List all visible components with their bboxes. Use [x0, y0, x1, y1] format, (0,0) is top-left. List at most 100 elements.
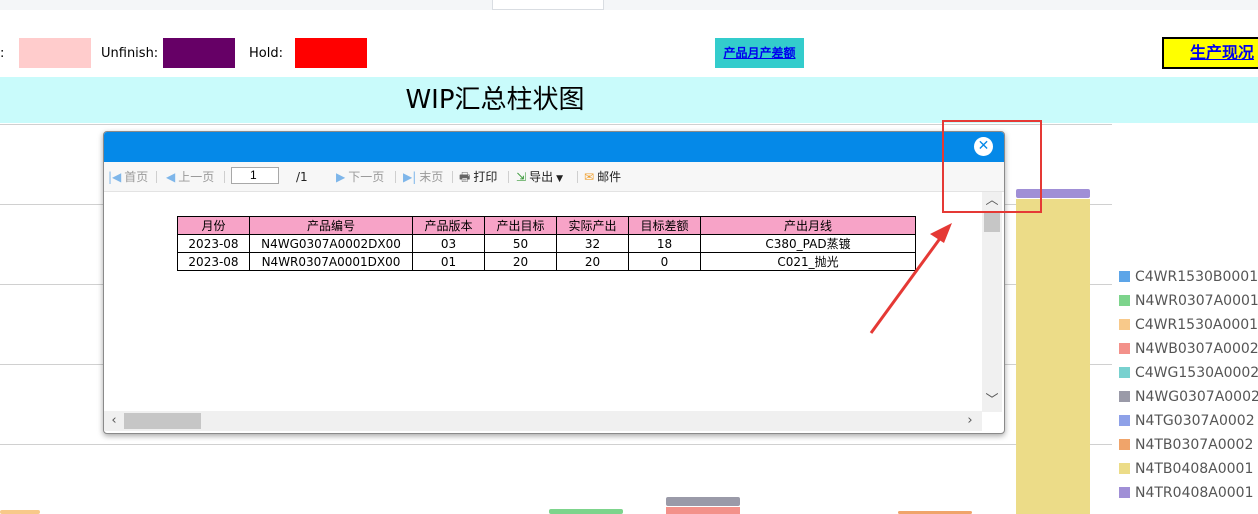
- first-page-button[interactable]: |◀ 首页: [108, 169, 148, 185]
- page-total: /1: [296, 170, 308, 184]
- series-legend-label: N4WB0307A0002: [1135, 341, 1258, 357]
- chart-bar-segment[interactable]: [0, 510, 40, 514]
- toolbar-divider: [577, 171, 578, 183]
- column-header: 产出目标: [484, 216, 557, 235]
- column-header: 月份: [177, 216, 250, 235]
- report-content: 月份 产品编号 产品版本 产出目标 实际产出 目标差额 产出月线 2023-08…: [104, 192, 982, 411]
- top-strip: [0, 0, 1258, 10]
- report-table: 月份 产品编号 产品版本 产出目标 实际产出 目标差额 产出月线 2023-08…: [177, 216, 916, 271]
- production-status-box[interactable]: 生产现况: [1162, 37, 1258, 69]
- series-legend-label: C4WR1530A0001: [1135, 317, 1258, 333]
- series-legend-item[interactable]: C4WR1530A0001: [1119, 317, 1258, 337]
- series-legend-label: C4WR1530B0001: [1135, 269, 1258, 285]
- diff-link-box[interactable]: 产品月产差额: [715, 38, 804, 68]
- legend-color-swatch: [1119, 439, 1130, 450]
- legend-color-swatch: [1119, 463, 1130, 474]
- status-legend-label-unfinish: Unfinish:: [101, 46, 159, 61]
- column-header: 目标差额: [628, 216, 701, 235]
- first-page-icon: |◀: [108, 170, 122, 184]
- column-header: 产品编号: [249, 216, 413, 235]
- series-legend-label: N4WR0307A0001: [1135, 293, 1258, 309]
- table-row: 2023-08 N4WG0307A0002DX00 03 50 32 18 C3…: [177, 234, 916, 253]
- table-cell: 2023-08: [177, 252, 250, 271]
- table-cell: 03: [412, 234, 485, 253]
- series-legend-item[interactable]: N4WR0307A0001: [1119, 293, 1258, 313]
- series-legend-item[interactable]: C4WR1530B0001: [1119, 269, 1258, 289]
- prev-page-icon: ◀: [166, 170, 176, 184]
- chart-bar-segment[interactable]: [666, 497, 740, 506]
- next-page-icon: ▶: [336, 170, 346, 184]
- highlight-box: [942, 120, 1042, 213]
- table-cell: N4WR0307A0001DX00: [249, 252, 413, 271]
- toolbar-divider: [156, 171, 157, 183]
- collapse-tab[interactable]: [492, 0, 604, 10]
- status-swatch-finished: [19, 38, 91, 68]
- series-legend-label: N4TB0307A0002: [1135, 437, 1254, 453]
- series-legend-label: C4WG1530A0002: [1135, 365, 1258, 381]
- mail-icon: ✉: [584, 170, 595, 184]
- gridline: [0, 444, 1112, 445]
- dropdown-caret-icon: ▼: [556, 174, 563, 184]
- table-header-row: 月份 产品编号 产品版本 产出目标 实际产出 目标差额 产出月线: [177, 216, 916, 235]
- status-swatch-unfinish: [163, 38, 235, 68]
- legend-color-swatch: [1119, 391, 1130, 402]
- status-legend-label-finished: :: [0, 46, 5, 61]
- series-legend-item[interactable]: N4TB0408A0001: [1119, 461, 1253, 481]
- table-cell: 20: [484, 252, 557, 271]
- horizontal-scroll-thumb[interactable]: [124, 413, 201, 429]
- table-cell: 20: [556, 252, 629, 271]
- scroll-right-arrow-icon[interactable]: ›: [960, 411, 980, 431]
- series-legend-item[interactable]: C4WG1530A0002: [1119, 365, 1258, 385]
- table-cell: 18: [628, 234, 701, 253]
- production-status-link[interactable]: 生产现况: [1164, 39, 1258, 67]
- scroll-left-arrow-icon[interactable]: ‹: [104, 411, 124, 431]
- table-cell: 50: [484, 234, 557, 253]
- series-legend-item[interactable]: N4TR0408A0001: [1119, 485, 1254, 505]
- export-icon: ⇲: [516, 170, 527, 184]
- series-legend-item[interactable]: N4TB0307A0002: [1119, 437, 1253, 457]
- legend-color-swatch: [1119, 271, 1130, 282]
- toolbar-divider: [395, 171, 396, 183]
- vertical-scrollbar[interactable]: ︿ ﹀: [982, 192, 1002, 412]
- last-page-icon: ▶|: [403, 170, 417, 184]
- prev-page-button[interactable]: ◀ 上一页: [166, 169, 214, 185]
- diff-link[interactable]: 产品月产差额: [715, 38, 804, 68]
- table-cell: 2023-08: [177, 234, 250, 253]
- table-cell: 01: [412, 252, 485, 271]
- report-toolbar: |◀首页 ◀上一页 /1 ▶下一页 ▶|末页 🖶打印 ⇲导出▼ ✉邮件: [104, 162, 1004, 192]
- horizontal-scrollbar[interactable]: ‹ ›: [104, 411, 982, 431]
- status-legend-label-hold: Hold:: [249, 46, 283, 61]
- page-number-input[interactable]: [231, 167, 279, 184]
- next-page-button[interactable]: ▶ 下一页: [336, 169, 384, 185]
- scroll-down-arrow-icon[interactable]: ﹀: [982, 392, 1002, 410]
- page-title: WIP汇总柱状图: [405, 85, 585, 115]
- column-header: 产品版本: [412, 216, 485, 235]
- table-row: 2023-08 N4WR0307A0001DX00 01 20 20 0 C02…: [177, 252, 916, 271]
- legend-color-swatch: [1119, 367, 1130, 378]
- legend-color-swatch: [1119, 319, 1130, 330]
- chart-bar-segment[interactable]: [1016, 199, 1090, 514]
- table-cell: 0: [628, 252, 701, 271]
- series-legend-label: N4TG0307A0002: [1135, 413, 1255, 429]
- series-legend-label: N4TB0408A0001: [1135, 461, 1254, 477]
- print-button[interactable]: 🖶 打印: [459, 169, 497, 185]
- export-button[interactable]: ⇲ 导出 ▼: [516, 169, 563, 185]
- legend-color-swatch: [1119, 343, 1130, 354]
- legend-color-swatch: [1119, 415, 1130, 426]
- series-legend-label: N4WG0307A0002: [1135, 389, 1258, 405]
- series-legend-item[interactable]: N4WG0307A0002: [1119, 389, 1258, 409]
- series-legend-item[interactable]: N4WB0307A0002: [1119, 341, 1258, 361]
- legend-color-swatch: [1119, 295, 1130, 306]
- mail-button[interactable]: ✉ 邮件: [584, 169, 621, 185]
- legend-color-swatch: [1119, 487, 1130, 498]
- status-swatch-hold: [295, 38, 367, 68]
- vertical-scroll-thumb[interactable]: [984, 212, 1000, 232]
- series-legend-item[interactable]: N4TG0307A0002: [1119, 413, 1255, 433]
- dialog-header[interactable]: [104, 132, 1004, 162]
- toolbar-divider: [224, 171, 225, 183]
- chart-bar-segment[interactable]: [549, 509, 623, 514]
- last-page-button[interactable]: ▶| 末页: [403, 169, 443, 185]
- table-cell: N4WG0307A0002DX00: [249, 234, 413, 253]
- chart-bar-segment[interactable]: [666, 507, 740, 514]
- printer-icon: 🖶: [459, 170, 471, 184]
